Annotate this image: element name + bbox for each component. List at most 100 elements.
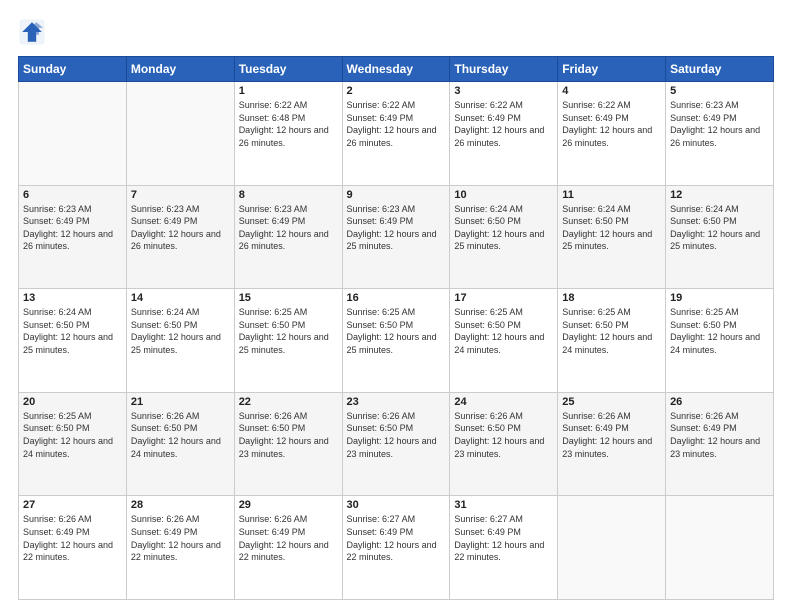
day-number: 17 [454, 292, 553, 304]
col-sunday: Sunday [19, 57, 127, 82]
table-row: 14Sunrise: 6:24 AMSunset: 6:50 PMDayligh… [126, 289, 234, 393]
table-row: 28Sunrise: 6:26 AMSunset: 6:49 PMDayligh… [126, 496, 234, 600]
table-row: 15 Sunrise: 6:25 AMSunset: 6:50 PMDayligh… [234, 289, 342, 393]
table-row: 24Sunrise: 6:26 AMSunset: 6:50 PMDayligh… [450, 392, 558, 496]
day-info: Sunrise: 6:23 AMSunset: 6:49 PMDaylight:… [131, 203, 230, 253]
day-number: 6 [23, 189, 122, 201]
day-number: 20 [23, 396, 122, 408]
table-row: 1 Sunrise: 6:22 AMSunset: 6:48 PMDaylight… [234, 82, 342, 186]
day-number: 16 [347, 292, 446, 304]
day-number: 18 [562, 292, 661, 304]
day-info: Sunrise: 6:27 AMSunset: 6:49 PMDaylight:… [347, 513, 446, 563]
table-row: 12 Sunrise: 6:24 AMSunset: 6:50 PMDayligh… [666, 185, 774, 289]
day-number: 25 [562, 396, 661, 408]
day-number: 1 [239, 85, 338, 97]
day-number: 15 [239, 292, 338, 304]
day-info: Sunrise: 6:23 AMSunset: 6:49 PMDaylight:… [347, 203, 446, 253]
day-number: 31 [454, 499, 553, 511]
table-row: 5Sunrise: 6:23 AMSunset: 6:49 PMDaylight… [666, 82, 774, 186]
calendar-week-row: 13 Sunrise: 6:24 AMSunset: 6:50 PMDayligh… [19, 289, 774, 393]
day-number: 13 [23, 292, 122, 304]
logo-icon [18, 18, 46, 46]
table-row: 23 Sunrise: 6:26 AMSunset: 6:50 PMDayligh… [342, 392, 450, 496]
day-number: 23 [347, 396, 446, 408]
table-row: 30Sunrise: 6:27 AMSunset: 6:49 PMDayligh… [342, 496, 450, 600]
day-number: 8 [239, 189, 338, 201]
table-row: 9 Sunrise: 6:23 AMSunset: 6:49 PMDaylight… [342, 185, 450, 289]
table-row [558, 496, 666, 600]
day-info: Sunrise: 6:25 AMSunset: 6:50 PMDaylight:… [562, 306, 661, 356]
day-info: Sunrise: 6:25 AMSunset: 6:50 PMDaylight:… [454, 306, 553, 356]
table-row: 8Sunrise: 6:23 AMSunset: 6:49 PMDaylight… [234, 185, 342, 289]
day-number: 21 [131, 396, 230, 408]
calendar-week-row: 27 Sunrise: 6:26 AMSunset: 6:49 PMDayligh… [19, 496, 774, 600]
table-row: 25 Sunrise: 6:26 AMSunset: 6:49 PMDayligh… [558, 392, 666, 496]
table-row: 7 Sunrise: 6:23 AMSunset: 6:49 PMDaylight… [126, 185, 234, 289]
day-info: Sunrise: 6:26 AMSunset: 6:49 PMDaylight:… [131, 513, 230, 563]
col-thursday: Thursday [450, 57, 558, 82]
day-info: Sunrise: 6:26 AMSunset: 6:50 PMDaylight:… [454, 410, 553, 460]
col-saturday: Saturday [666, 57, 774, 82]
day-number: 10 [454, 189, 553, 201]
table-row: 20 Sunrise: 6:25 AMSunset: 6:50 PMDayligh… [19, 392, 127, 496]
col-tuesday: Tuesday [234, 57, 342, 82]
day-info: Sunrise: 6:25 AMSunset: 6:50 PMDaylight:… [670, 306, 769, 356]
col-wednesday: Wednesday [342, 57, 450, 82]
table-row: 18 Sunrise: 6:25 AMSunset: 6:50 PMDayligh… [558, 289, 666, 393]
day-info: Sunrise: 6:26 AMSunset: 6:49 PMDaylight:… [562, 410, 661, 460]
table-row [19, 82, 127, 186]
calendar-table: Sunday Monday Tuesday Wednesday Thursday… [18, 56, 774, 600]
day-info: Sunrise: 6:22 AMSunset: 6:48 PMDaylight:… [239, 99, 338, 149]
table-row: 3 Sunrise: 6:22 AMSunset: 6:49 PMDaylight… [450, 82, 558, 186]
day-info: Sunrise: 6:22 AMSunset: 6:49 PMDaylight:… [454, 99, 553, 149]
table-row: 21 Sunrise: 6:26 AMSunset: 6:50 PMDayligh… [126, 392, 234, 496]
col-monday: Monday [126, 57, 234, 82]
header [18, 18, 774, 46]
table-row: 27 Sunrise: 6:26 AMSunset: 6:49 PMDayligh… [19, 496, 127, 600]
day-info: Sunrise: 6:26 AMSunset: 6:50 PMDaylight:… [131, 410, 230, 460]
day-number: 22 [239, 396, 338, 408]
day-info: Sunrise: 6:26 AMSunset: 6:49 PMDaylight:… [670, 410, 769, 460]
calendar-week-row: 1 Sunrise: 6:22 AMSunset: 6:48 PMDaylight… [19, 82, 774, 186]
day-info: Sunrise: 6:22 AMSunset: 6:49 PMDaylight:… [347, 99, 446, 149]
day-info: Sunrise: 6:24 AMSunset: 6:50 PMDaylight:… [562, 203, 661, 253]
table-row: 29Sunrise: 6:26 AMSunset: 6:49 PMDayligh… [234, 496, 342, 600]
day-number: 3 [454, 85, 553, 97]
day-info: Sunrise: 6:27 AMSunset: 6:49 PMDaylight:… [454, 513, 553, 563]
day-info: Sunrise: 6:26 AMSunset: 6:50 PMDaylight:… [347, 410, 446, 460]
table-row [666, 496, 774, 600]
table-row: 16Sunrise: 6:25 AMSunset: 6:50 PMDayligh… [342, 289, 450, 393]
table-row: 6Sunrise: 6:23 AMSunset: 6:49 PMDaylight… [19, 185, 127, 289]
table-row: 13 Sunrise: 6:24 AMSunset: 6:50 PMDayligh… [19, 289, 127, 393]
day-number: 12 [670, 189, 769, 201]
table-row: 31 Sunrise: 6:27 AMSunset: 6:49 PMDayligh… [450, 496, 558, 600]
table-row: 22Sunrise: 6:26 AMSunset: 6:50 PMDayligh… [234, 392, 342, 496]
day-number: 27 [23, 499, 122, 511]
table-row: 4Sunrise: 6:22 AMSunset: 6:49 PMDaylight… [558, 82, 666, 186]
day-number: 9 [347, 189, 446, 201]
day-info: Sunrise: 6:26 AMSunset: 6:49 PMDaylight:… [23, 513, 122, 563]
day-number: 26 [670, 396, 769, 408]
table-row: 19Sunrise: 6:25 AMSunset: 6:50 PMDayligh… [666, 289, 774, 393]
day-info: Sunrise: 6:24 AMSunset: 6:50 PMDaylight:… [23, 306, 122, 356]
calendar-header-row: Sunday Monday Tuesday Wednesday Thursday… [19, 57, 774, 82]
calendar-week-row: 6 Sunrise: 6:23 AMSunset: 6:49 PMDaylight… [19, 185, 774, 289]
table-row: 26 Sunrise: 6:26 AMSunset: 6:49 PMDayligh… [666, 392, 774, 496]
day-number: 2 [347, 85, 446, 97]
logo [18, 18, 50, 46]
table-row: 17 Sunrise: 6:25 AMSunset: 6:50 PMDayligh… [450, 289, 558, 393]
day-number: 7 [131, 189, 230, 201]
table-row: 2 Sunrise: 6:22 AMSunset: 6:49 PMDaylight… [342, 82, 450, 186]
day-number: 5 [670, 85, 769, 97]
day-number: 14 [131, 292, 230, 304]
day-number: 11 [562, 189, 661, 201]
day-info: Sunrise: 6:24 AMSunset: 6:50 PMDaylight:… [670, 203, 769, 253]
calendar-week-row: 20 Sunrise: 6:25 AMSunset: 6:50 PMDayligh… [19, 392, 774, 496]
page: Sunday Monday Tuesday Wednesday Thursday… [0, 0, 792, 612]
day-info: Sunrise: 6:25 AMSunset: 6:50 PMDaylight:… [23, 410, 122, 460]
table-row: 11 Sunrise: 6:24 AMSunset: 6:50 PMDayligh… [558, 185, 666, 289]
day-info: Sunrise: 6:24 AMSunset: 6:50 PMDaylight:… [454, 203, 553, 253]
day-info: Sunrise: 6:26 AMSunset: 6:49 PMDaylight:… [239, 513, 338, 563]
day-info: Sunrise: 6:25 AMSunset: 6:50 PMDaylight:… [239, 306, 338, 356]
col-friday: Friday [558, 57, 666, 82]
